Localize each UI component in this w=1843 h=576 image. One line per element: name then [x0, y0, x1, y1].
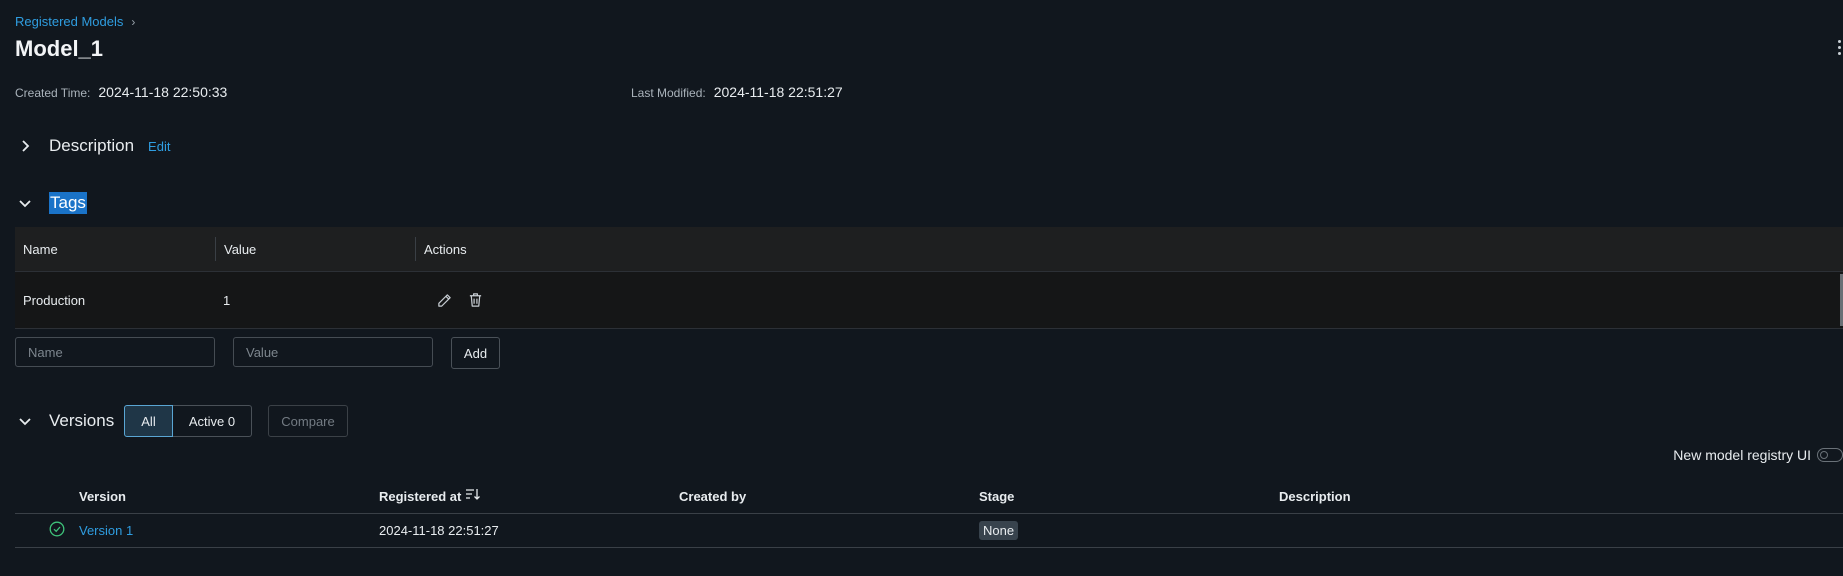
filter-all-button[interactable]: All: [124, 405, 173, 437]
registered-at-label: Registered at: [379, 488, 462, 504]
versions-column-version: Version: [79, 488, 126, 504]
created-time-label: Created Time:: [15, 86, 91, 100]
description-title: Description: [49, 136, 135, 155]
table-row: Production 1: [15, 272, 1843, 329]
description-edit-link[interactable]: Edit: [148, 139, 170, 154]
tags-table: Name Value Actions Production 1: [15, 227, 1843, 329]
check-circle-icon: [49, 521, 65, 540]
breadcrumb: Registered Models ›: [15, 14, 135, 29]
new-registry-ui-toggle[interactable]: New model registry UI: [1673, 447, 1843, 463]
chevron-down-icon[interactable]: [15, 411, 35, 431]
tag-name-input[interactable]: [15, 337, 215, 367]
breadcrumb-separator: ›: [131, 14, 136, 29]
status-cell: [15, 521, 79, 540]
versions-filter: All Active 0: [124, 405, 252, 437]
tags-section-header: Tags: [15, 192, 87, 214]
registered-at-cell: 2024-11-18 22:51:27: [379, 523, 499, 538]
toggle-switch[interactable]: [1817, 448, 1843, 462]
table-row: Version 1 2024-11-18 22:51:27 None: [15, 514, 1843, 548]
chevron-down-icon[interactable]: [15, 193, 35, 213]
sort-icon[interactable]: [465, 488, 481, 504]
tag-value-input[interactable]: [233, 337, 433, 367]
stage-badge: None: [979, 521, 1019, 540]
versions-section-header: Versions: [15, 411, 114, 431]
version-cell: Version 1: [79, 523, 379, 538]
description-section-header: Description Edit: [15, 136, 170, 156]
versions-column-stage: Stage: [979, 488, 1015, 504]
versions-column-registered-at[interactable]: Registered at: [379, 488, 679, 504]
add-tag-button[interactable]: Add: [451, 337, 500, 369]
version-link[interactable]: Version 1: [79, 523, 133, 538]
pencil-icon[interactable]: [433, 289, 455, 311]
versions-column-description: Description: [1279, 488, 1351, 504]
tag-value: 1: [223, 292, 231, 308]
created-time-value: 2024-11-18 22:50:33: [98, 84, 228, 100]
page-title: Model_1: [15, 36, 104, 61]
filter-active-button[interactable]: Active 0: [173, 405, 252, 437]
tags-column-actions: Actions: [415, 237, 715, 261]
last-modified: Last Modified: 2024-11-18 22:51:27: [631, 84, 843, 100]
more-options-icon[interactable]: [1835, 40, 1843, 55]
last-modified-value: 2024-11-18 22:51:27: [713, 84, 843, 100]
tags-column-value: Value: [215, 237, 415, 261]
created-time: Created Time: 2024-11-18 22:50:33: [15, 84, 227, 100]
tags-column-name: Name: [23, 241, 58, 257]
versions-table-header: Version Registered at Created by Stage D…: [15, 479, 1843, 514]
tag-name: Production: [23, 292, 86, 308]
trash-icon[interactable]: [465, 289, 487, 311]
tag-actions: [415, 289, 715, 312]
last-modified-label: Last Modified:: [631, 86, 706, 100]
compare-button[interactable]: Compare: [268, 405, 348, 437]
tags-table-header: Name Value Actions: [15, 227, 1843, 272]
versions-column-created-by: Created by: [679, 488, 747, 504]
toggle-label: New model registry UI: [1673, 447, 1811, 463]
versions-title: Versions: [49, 411, 115, 430]
breadcrumb-registered-models-link[interactable]: Registered Models: [15, 14, 123, 29]
stage-cell: None: [979, 521, 1279, 540]
versions-table: Version Registered at Created by Stage D…: [15, 479, 1843, 548]
tags-title: Tags: [49, 192, 87, 214]
chevron-right-icon[interactable]: [15, 136, 35, 156]
